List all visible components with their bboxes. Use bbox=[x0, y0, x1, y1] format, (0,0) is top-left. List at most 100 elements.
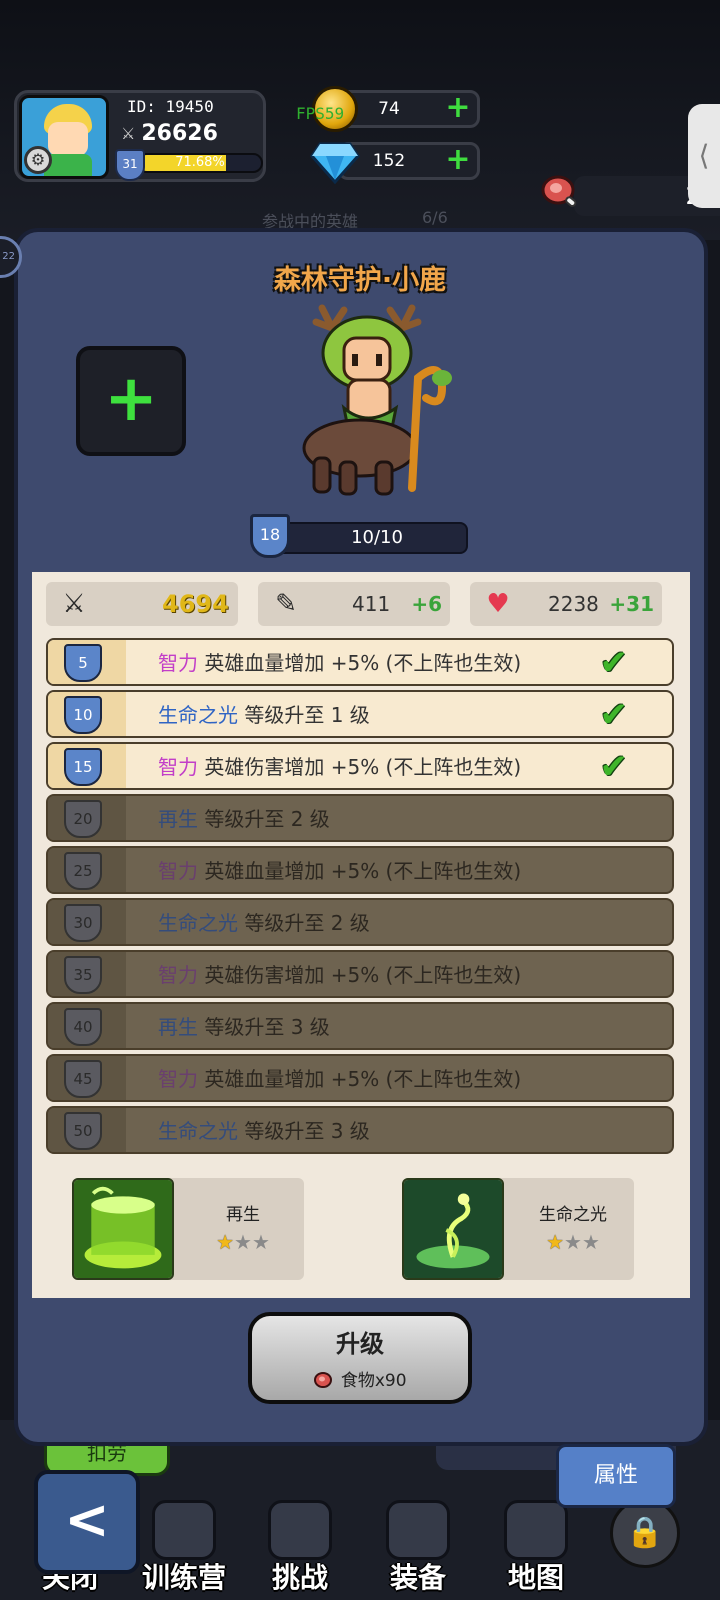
heart-icon: ♥ bbox=[486, 589, 510, 619]
checkmark-icon: ✔ bbox=[599, 643, 629, 683]
checkmark-icon: ✔ bbox=[599, 747, 629, 787]
target-icon bbox=[152, 1500, 216, 1560]
lock-icon: 🔒 bbox=[610, 1498, 680, 1568]
talent-description: 智力 英雄伤害增加 +5% (不上阵也生效) bbox=[158, 744, 521, 790]
roster-count: 6/6 bbox=[422, 208, 448, 227]
side-drawer-tab[interactable]: ⟨ bbox=[688, 104, 720, 208]
talent-row: 25 智力 英雄血量增加 +5% (不上阵也生效) bbox=[46, 846, 674, 894]
settings-gear-icon[interactable]: ⚙ bbox=[24, 146, 52, 174]
talent-effect: 英雄伤害增加 +5% (不上阵也生效) bbox=[204, 963, 522, 987]
xp-percent: 71.68% bbox=[175, 155, 225, 170]
talent-description: 智力 英雄伤害增加 +5% (不上阵也生效) bbox=[158, 952, 521, 998]
talent-keyword: 生命之光 bbox=[158, 911, 238, 935]
sword-icon bbox=[268, 1500, 332, 1560]
talent-level-badge: 15 bbox=[64, 748, 102, 786]
talent-row: 45 智力 英雄血量增加 +5% (不上阵也生效) bbox=[46, 1054, 674, 1102]
attributes-button[interactable]: 属性 bbox=[556, 1444, 676, 1508]
talent-keyword: 智力 bbox=[158, 859, 198, 883]
hero-level-badge: 18 bbox=[250, 514, 290, 558]
talent-row: 30 生命之光 等级升至 2 级 bbox=[46, 898, 674, 946]
stat-hp: ♥ 2238 +31 bbox=[470, 582, 662, 626]
talent-row: 35 智力 英雄伤害增加 +5% (不上阵也生效) bbox=[46, 950, 674, 998]
talent-level-badge: 35 bbox=[64, 956, 102, 994]
skill-card-light-of-life[interactable]: 生命之光 ★★★ bbox=[402, 1178, 634, 1280]
stat-intelligence: ✎ 411 +6 bbox=[258, 582, 450, 626]
talent-keyword: 再生 bbox=[158, 1015, 198, 1039]
quill-icon: ✎ bbox=[275, 589, 297, 619]
talent-row: 10 生命之光 等级升至 1 级 ✔ bbox=[46, 690, 674, 738]
crossed-swords-icon: ⚔ bbox=[121, 124, 136, 143]
talent-description: 智力 英雄血量增加 +5% (不上阵也生效) bbox=[158, 1056, 521, 1102]
player-level-badge: 31 bbox=[115, 149, 145, 181]
nav-challenge[interactable]: 挑战 bbox=[240, 1490, 360, 1600]
talent-level-badge: 25 bbox=[64, 852, 102, 890]
fps-counter: FPS59 bbox=[296, 104, 345, 123]
stat-attack: ⚔ 4694 bbox=[46, 582, 238, 626]
talent-level-badge: 5 bbox=[64, 644, 102, 682]
light-of-life-skill-icon bbox=[402, 1178, 504, 1280]
talent-description: 智力 英雄血量增加 +5% (不上阵也生效) bbox=[158, 640, 521, 686]
upgrade-button[interactable]: 升级 食物x90 bbox=[248, 1312, 472, 1404]
talent-keyword: 再生 bbox=[158, 807, 198, 831]
gold-counter: 74 + bbox=[338, 90, 480, 128]
add-equipment-slot[interactable]: + bbox=[76, 346, 186, 456]
armor-icon bbox=[386, 1500, 450, 1560]
talent-effect: 等级升至 3 级 bbox=[244, 1119, 370, 1143]
talent-keyword: 生命之光 bbox=[158, 1119, 238, 1143]
meat-icon bbox=[541, 175, 577, 207]
add-gold-button[interactable]: + bbox=[445, 93, 471, 123]
talent-effect: 英雄血量增加 +5% (不上阵也生效) bbox=[204, 1067, 522, 1091]
xp-bar: 71.68% bbox=[137, 153, 263, 173]
talent-effect: 等级升至 2 级 bbox=[204, 807, 330, 831]
hero-name: 森林守护·小鹿 bbox=[273, 265, 447, 296]
talent-level-badge: 30 bbox=[64, 904, 102, 942]
talent-effect: 等级升至 3 级 bbox=[204, 1015, 330, 1039]
meat-icon bbox=[314, 1372, 333, 1388]
checkmark-icon: ✔ bbox=[599, 695, 629, 735]
map-scroll-icon bbox=[504, 1500, 568, 1560]
upgrade-cost: 食物x90 bbox=[340, 1371, 407, 1391]
talent-effect: 英雄伤害增加 +5% (不上阵也生效) bbox=[204, 755, 522, 779]
player-power: ⚔ 26626 bbox=[121, 121, 218, 146]
talent-keyword: 智力 bbox=[158, 651, 198, 675]
talent-effect: 英雄血量增加 +5% (不上阵也生效) bbox=[204, 651, 522, 675]
talent-row: 50 生命之光 等级升至 3 级 bbox=[46, 1106, 674, 1154]
talent-level-badge: 45 bbox=[64, 1060, 102, 1098]
talent-level-badge: 10 bbox=[64, 696, 102, 734]
crossed-swords-icon: ⚔ bbox=[62, 589, 86, 619]
player-card[interactable]: ⚙ ID: 19450 ⚔ 26626 31 71.68% bbox=[14, 90, 266, 182]
talent-row: 20 再生 等级升至 2 级 bbox=[46, 794, 674, 842]
talent-keyword: 生命之光 bbox=[158, 703, 238, 727]
add-gem-button[interactable]: + bbox=[445, 145, 471, 175]
diamond-icon bbox=[310, 142, 360, 184]
talent-list[interactable]: 5 智力 英雄血量增加 +5% (不上阵也生效) ✔ 10 生命之光 等级升至 1 级 ✔… bbox=[46, 638, 676, 1158]
talent-description: 生命之光 等级升至 1 级 bbox=[158, 692, 370, 738]
nav-training-camp[interactable]: 训练营 bbox=[124, 1490, 244, 1600]
talent-description: 再生 等级升至 3 级 bbox=[158, 1004, 330, 1050]
talent-level-badge: 40 bbox=[64, 1008, 102, 1046]
talent-effect: 等级升至 1 级 bbox=[244, 703, 370, 727]
talent-description: 再生 等级升至 2 级 bbox=[158, 796, 330, 842]
talent-row: 15 智力 英雄伤害增加 +5% (不上阵也生效) ✔ bbox=[46, 742, 674, 790]
talent-row: 40 再生 等级升至 3 级 bbox=[46, 1002, 674, 1050]
hero-portrait bbox=[302, 304, 452, 496]
talent-keyword: 智力 bbox=[158, 1067, 198, 1091]
talent-effect: 英雄血量增加 +5% (不上阵也生效) bbox=[204, 859, 522, 883]
talent-level-badge: 20 bbox=[64, 800, 102, 838]
player-id: ID: 19450 bbox=[127, 97, 214, 116]
talent-description: 生命之光 等级升至 2 级 bbox=[158, 900, 370, 946]
skill-stars: ★★★ bbox=[546, 1230, 600, 1254]
talent-description: 智力 英雄血量增加 +5% (不上阵也生效) bbox=[158, 848, 521, 894]
talent-description: 生命之光 等级升至 3 级 bbox=[158, 1108, 370, 1154]
nav-equipment[interactable]: 装备 bbox=[358, 1490, 478, 1600]
talent-level-badge: 50 bbox=[64, 1112, 102, 1150]
skill-stars: ★★★ bbox=[216, 1230, 270, 1254]
talent-row: 5 智力 英雄血量增加 +5% (不上阵也生效) ✔ bbox=[46, 638, 674, 686]
back-button[interactable]: < bbox=[34, 1470, 140, 1574]
regen-skill-icon bbox=[72, 1178, 174, 1280]
talent-effect: 等级升至 2 级 bbox=[244, 911, 370, 935]
talent-keyword: 智力 bbox=[158, 755, 198, 779]
skill-card-regen[interactable]: 再生 ★★★ bbox=[72, 1178, 304, 1280]
talent-keyword: 智力 bbox=[158, 963, 198, 987]
player-avatar[interactable]: ⚙ bbox=[19, 95, 109, 179]
